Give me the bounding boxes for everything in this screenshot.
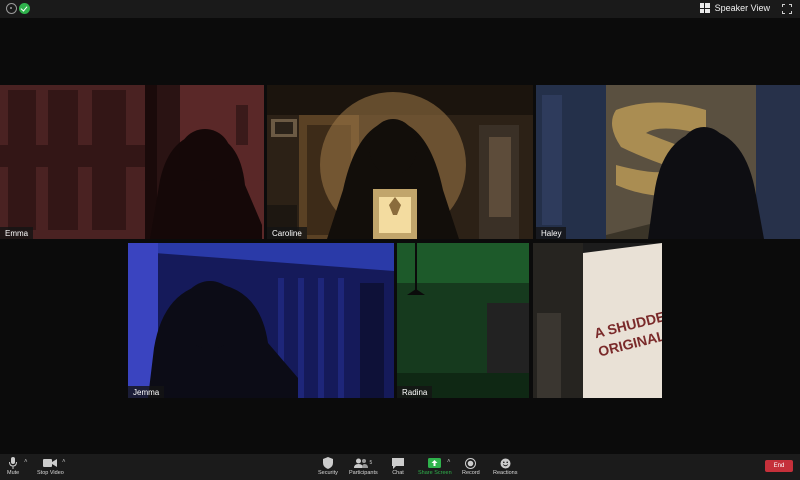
video-tile-haley[interactable]: Haley (536, 85, 800, 239)
video-feed: A SHUDDER ORIGINAL (397, 243, 662, 398)
participants-button[interactable]: 5 Participants (349, 457, 378, 476)
participants-label: Participants (349, 470, 378, 476)
video-feed (0, 85, 264, 239)
end-meeting-button[interactable]: End (765, 460, 793, 472)
chevron-up-icon[interactable]: ˄ (62, 459, 66, 465)
chevron-up-icon[interactable]: ˄ (447, 459, 451, 465)
video-feed (267, 85, 533, 239)
reactions-button[interactable]: Reactions (493, 457, 517, 476)
chat-button[interactable]: Chat (392, 457, 404, 476)
security-label: Security (318, 470, 338, 476)
microphone-icon (8, 457, 18, 469)
security-button[interactable]: Security (318, 457, 338, 476)
record-button[interactable]: Record (462, 457, 480, 476)
share-screen-label: Share Screen (418, 470, 452, 476)
speaker-view-button[interactable]: Speaker View (699, 3, 770, 13)
video-camera-icon (43, 457, 58, 469)
encryption-shield-icon[interactable] (19, 3, 30, 14)
participant-name-label: Radina (397, 386, 433, 398)
participant-name-label: Caroline (267, 227, 307, 239)
chat-label: Chat (392, 470, 404, 476)
meeting-toolbar: Mute ˄ Stop Video ˄ Security 5 Participa… (0, 454, 800, 480)
stop-video-button[interactable]: Stop Video (37, 457, 64, 476)
record-icon (465, 457, 477, 469)
participants-icon: 5 (354, 457, 372, 469)
video-feed (128, 243, 394, 398)
participant-name-label: Haley (536, 227, 567, 239)
record-label: Record (462, 470, 480, 476)
video-tile-caroline[interactable]: Caroline (267, 85, 533, 239)
fullscreen-icon[interactable] (782, 4, 792, 14)
video-tile-radina[interactable]: A SHUDDER ORIGINAL Radina (397, 243, 662, 398)
participants-count: 5 (369, 460, 373, 466)
speaker-view-label: Speaker View (714, 3, 770, 13)
reactions-label: Reactions (493, 470, 518, 476)
chevron-up-icon[interactable]: ˄ (24, 459, 28, 465)
security-shield-icon (322, 457, 333, 469)
smiley-icon (500, 457, 511, 469)
info-icon[interactable] (6, 3, 17, 14)
video-tile-emma[interactable]: Emma (0, 85, 264, 239)
participant-name-label: Jemma (128, 386, 165, 398)
share-screen-icon (428, 457, 442, 469)
top-bar: Speaker View (0, 0, 800, 18)
speaker-view-grid-icon (699, 3, 710, 13)
participant-name-label: Emma (0, 227, 34, 239)
stop-video-label: Stop Video (37, 470, 64, 476)
video-tile-jemma[interactable]: Jemma (128, 243, 394, 398)
video-feed (536, 85, 800, 239)
chat-bubble-icon (392, 457, 404, 469)
mute-label: Mute (7, 470, 20, 476)
mute-button[interactable]: Mute (7, 457, 19, 476)
